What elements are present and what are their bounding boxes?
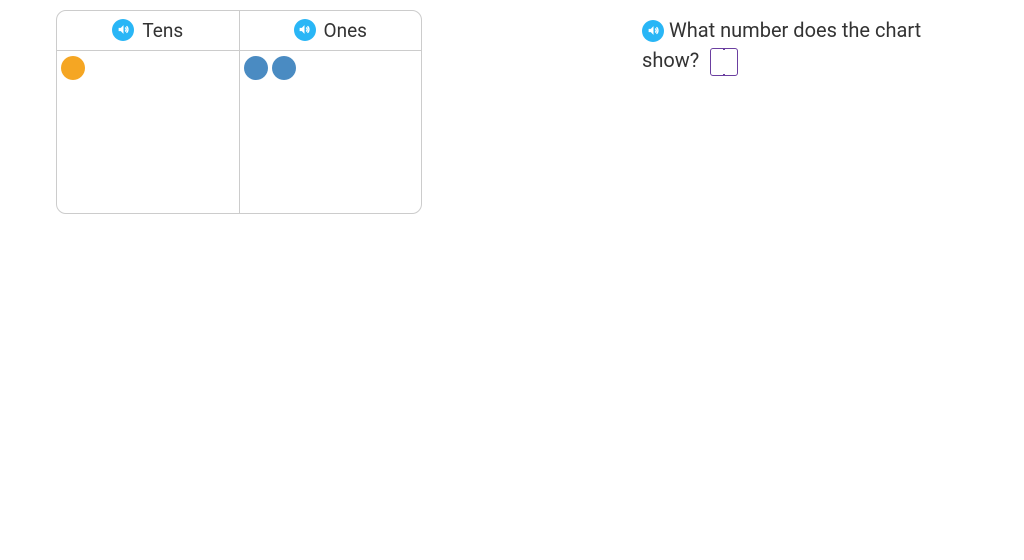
place-value-chart: Tens Ones [56, 10, 422, 214]
chart-body [57, 51, 421, 213]
audio-icon[interactable] [294, 19, 316, 41]
blue-dot [244, 56, 268, 80]
question-text: What number does the chart show? [642, 18, 921, 72]
tens-label: Tens [142, 19, 183, 42]
tens-header: Tens [57, 11, 240, 50]
audio-icon[interactable] [112, 19, 134, 41]
orange-dot [61, 56, 85, 80]
ones-label: Ones [324, 19, 367, 42]
question-area: What number does the chart show? [642, 10, 932, 214]
audio-icon[interactable] [642, 20, 664, 42]
answer-input[interactable] [710, 48, 738, 76]
main-container: Tens Ones [0, 0, 1024, 214]
chart-header: Tens Ones [57, 11, 421, 51]
ones-cell [240, 51, 422, 213]
ones-header: Ones [240, 11, 422, 50]
blue-dot [272, 56, 296, 80]
tens-cell [57, 51, 240, 213]
